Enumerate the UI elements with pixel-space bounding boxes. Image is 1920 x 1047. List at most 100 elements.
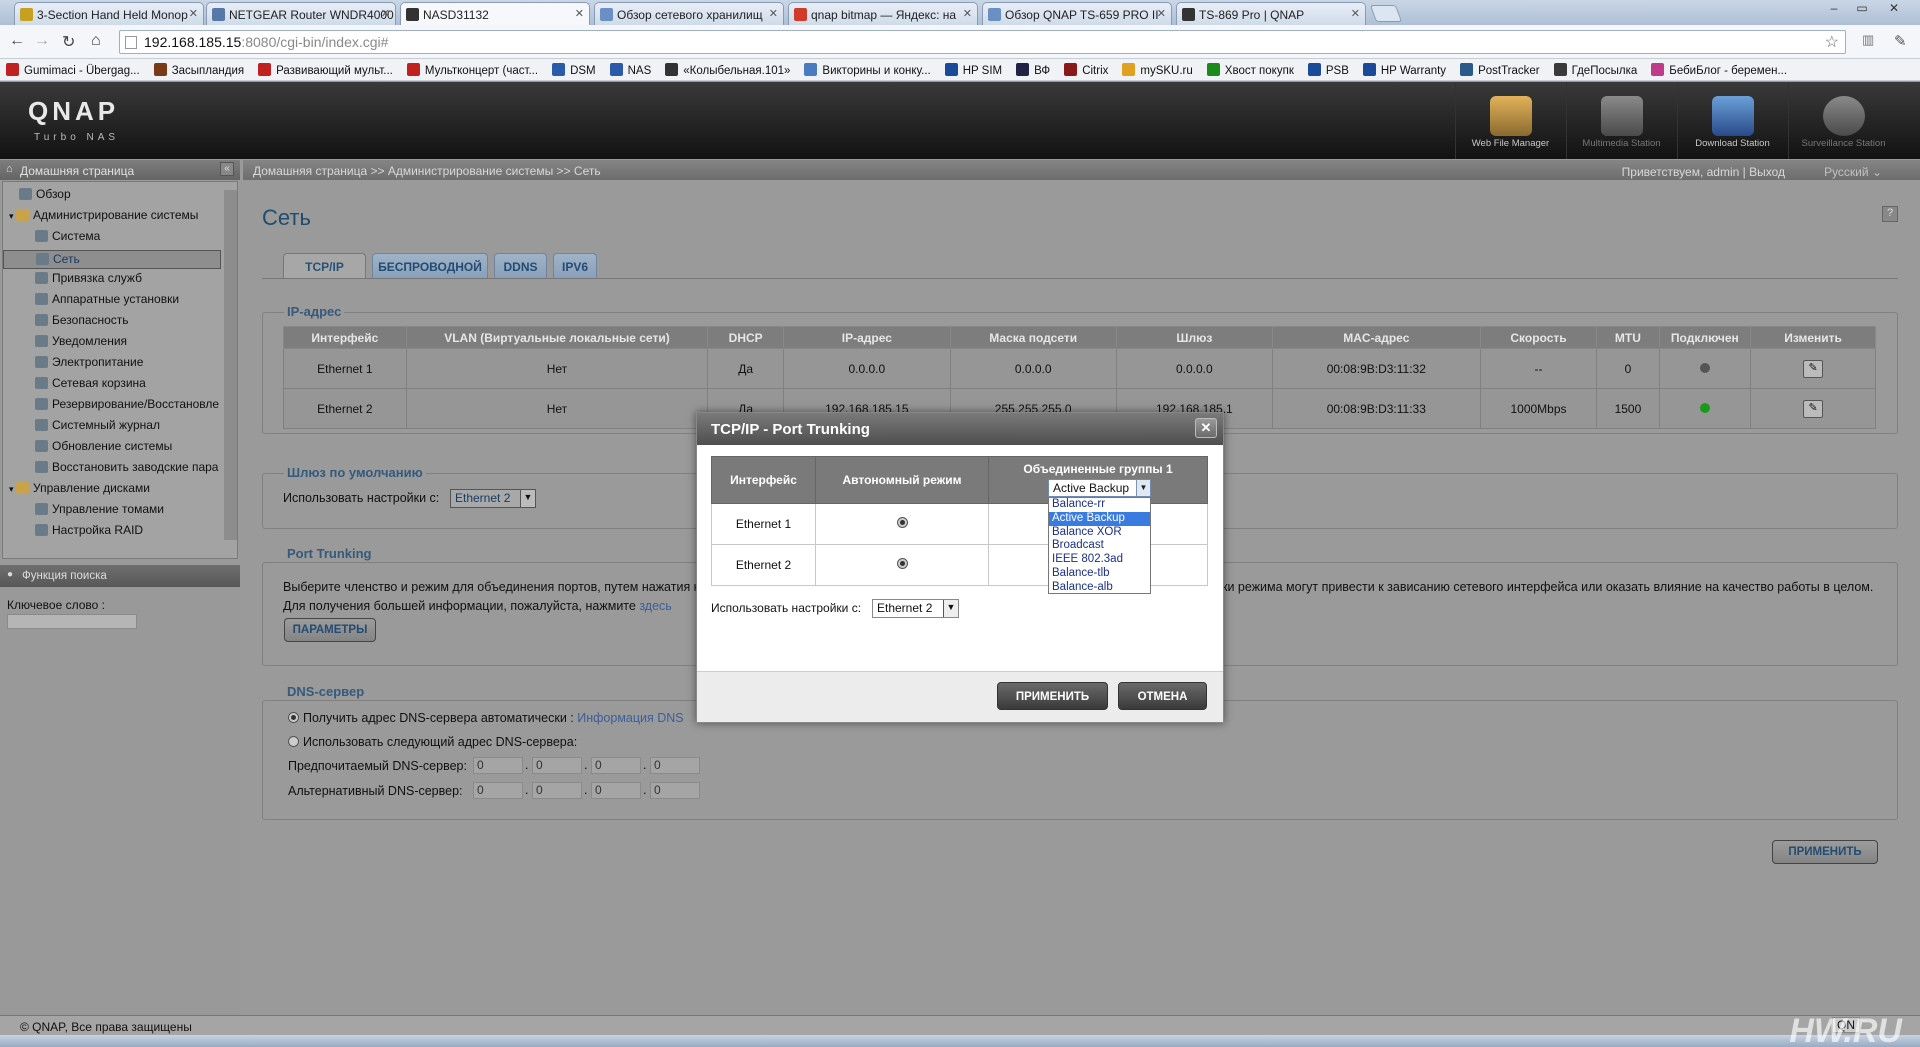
multimedia-station-button[interactable]: Multimedia Station bbox=[1566, 82, 1676, 159]
browser-tab[interactable]: qnap bitmap — Яндекс: на ✕ bbox=[788, 2, 978, 25]
nav-tree-item[interactable]: Обновление системы bbox=[35, 439, 172, 453]
back-icon[interactable]: ← bbox=[9, 32, 25, 50]
web-file-manager-button[interactable]: Web File Manager bbox=[1455, 82, 1565, 159]
dropdown-option[interactable]: Broadcast bbox=[1049, 539, 1150, 553]
forward-icon[interactable]: → bbox=[34, 32, 50, 50]
dns-octet-input[interactable]: 0 bbox=[473, 782, 523, 799]
nav-tree-item[interactable]: ▾ Администрирование системы bbox=[9, 208, 198, 222]
bookmark-item[interactable]: ВФ bbox=[1010, 59, 1058, 80]
nav-tree-item[interactable]: Уведомления bbox=[35, 334, 127, 348]
dropdown-option[interactable]: Balance-tlb bbox=[1049, 567, 1150, 581]
bookmark-item[interactable]: Засыпландия bbox=[148, 59, 252, 80]
dns-octet-input[interactable]: 0 bbox=[532, 757, 582, 774]
edit-icon[interactable]: ✎ bbox=[1803, 399, 1824, 418]
dns-octet-input[interactable]: 0 bbox=[650, 782, 700, 799]
bookmark-item[interactable]: DSM bbox=[546, 59, 604, 80]
browser-tab[interactable]: TS-869 Pro | QNAP ✕ bbox=[1176, 2, 1366, 25]
dialog-apply-button[interactable]: ПРИМЕНИТЬ bbox=[997, 682, 1108, 710]
params-button[interactable]: ПАРАМЕТРЫ bbox=[284, 618, 376, 642]
nav-tree-item[interactable]: Настройка RAID bbox=[35, 523, 143, 537]
close-tab-icon[interactable]: ✕ bbox=[381, 7, 390, 20]
tab-ddns[interactable]: DDNS bbox=[494, 253, 547, 278]
address-bar[interactable]: 192.168.185.15:8080/cgi-bin/index.cgi# ☆ bbox=[119, 30, 1846, 54]
browser-tab[interactable]: NETGEAR Router WNDR4000 ✕ bbox=[206, 2, 396, 25]
bookmark-item[interactable]: «Колыбельная.101» bbox=[659, 59, 798, 80]
surveillance-station-button[interactable]: Surveillance Station bbox=[1788, 82, 1898, 159]
dns-octet-input[interactable]: 0 bbox=[650, 757, 700, 774]
keyword-input[interactable] bbox=[7, 614, 137, 629]
nav-tree-item[interactable]: Сеть bbox=[3, 250, 221, 269]
close-tab-icon[interactable]: ✕ bbox=[189, 7, 198, 20]
trunk-help-link[interactable]: здесь bbox=[639, 599, 671, 613]
download-station-button[interactable]: Download Station bbox=[1677, 82, 1787, 159]
browser-tab[interactable]: Обзор QNAP TS-659 PRO II ✕ bbox=[982, 2, 1172, 25]
dns-octet-input[interactable]: 0 bbox=[532, 782, 582, 799]
nav-tree-item[interactable]: Безопасность bbox=[35, 313, 129, 327]
expand-icon[interactable]: ▾ bbox=[9, 211, 16, 221]
dropdown-option[interactable]: Balance-rr bbox=[1049, 498, 1150, 512]
close-tab-icon[interactable]: ✕ bbox=[1157, 7, 1166, 20]
dns-info-link[interactable]: Информация DNS bbox=[577, 711, 683, 725]
dialog-cancel-button[interactable]: ОТМЕНА bbox=[1118, 682, 1207, 710]
bookmark-item[interactable]: PSB bbox=[1302, 59, 1357, 80]
collapse-panel-icon[interactable]: « bbox=[220, 162, 234, 176]
expand-icon[interactable]: ▾ bbox=[9, 484, 16, 494]
bookmark-item[interactable]: Citrix bbox=[1058, 59, 1116, 80]
nav-tree-item[interactable]: ▾ Управление дисками bbox=[9, 481, 150, 495]
dropdown-option[interactable]: Active Backup bbox=[1049, 511, 1150, 526]
dns-manual-radio[interactable] bbox=[288, 736, 299, 747]
dns-octet-input[interactable]: 0 bbox=[591, 757, 641, 774]
bookmark-star-icon[interactable]: ☆ bbox=[1825, 32, 1839, 52]
close-tab-icon[interactable]: ✕ bbox=[963, 7, 972, 20]
standalone-radio[interactable] bbox=[896, 558, 908, 569]
browser-tab[interactable]: NASD31132 ✕ bbox=[400, 2, 590, 26]
close-tab-icon[interactable]: ✕ bbox=[769, 7, 778, 20]
greeting-logout[interactable]: Приветствуем, admin | Выход bbox=[1622, 165, 1785, 179]
home-icon[interactable]: ⌂ bbox=[91, 32, 101, 50]
dropdown-option[interactable]: Balance-alb bbox=[1049, 581, 1150, 595]
nav-tree-item[interactable]: Аппаратные установки bbox=[35, 292, 179, 306]
bookmark-item[interactable]: NAS bbox=[604, 59, 660, 80]
dropdown-option[interactable]: IEEE 802.3ad bbox=[1049, 553, 1150, 567]
bookmark-item[interactable]: HP Warranty bbox=[1357, 59, 1454, 80]
dropdown-option[interactable]: Balance XOR bbox=[1049, 526, 1150, 540]
nav-tree-item[interactable]: Сетевая корзина bbox=[35, 376, 146, 390]
trunk-mode-select[interactable]: Active Backup ▼ bbox=[1048, 479, 1151, 497]
browser-tab[interactable]: Обзор сетевого хранилищ ✕ bbox=[594, 2, 784, 25]
nav-tree-item[interactable]: Система bbox=[35, 229, 100, 243]
wrench-icon[interactable]: ✎ bbox=[1894, 32, 1907, 50]
edit-icon[interactable]: ✎ bbox=[1803, 359, 1824, 378]
browser-tab[interactable]: 3-Section Hand Held Monop ✕ bbox=[14, 2, 204, 25]
use-settings-select[interactable]: Ethernet 2 ▼ bbox=[872, 599, 959, 618]
nav-tree-item[interactable]: Восстановить заводские пара bbox=[35, 460, 218, 474]
bookmark-item[interactable]: БебиБлог - беремен... bbox=[1645, 59, 1795, 80]
gateway-select[interactable]: Ethernet 2 ▼ bbox=[450, 489, 536, 508]
close-tab-icon[interactable]: ✕ bbox=[575, 7, 584, 20]
tab-ipv6[interactable]: IPV6 bbox=[553, 253, 597, 278]
language-select[interactable]: Русский ⌄ bbox=[1824, 165, 1882, 179]
minimize-button[interactable]: – bbox=[1820, 1, 1848, 15]
nav-tree-item[interactable]: Обзор bbox=[19, 187, 71, 201]
nav-tree-item[interactable]: Системный журнал bbox=[35, 418, 160, 432]
nav-tree-item[interactable]: Управление томами bbox=[35, 502, 164, 516]
tab-wireless[interactable]: БЕСПРОВОДНОЙ bbox=[372, 253, 488, 278]
close-window-button[interactable]: ✕ bbox=[1880, 1, 1908, 15]
nav-tree-item[interactable]: Резервирование/Восстановле bbox=[35, 397, 219, 411]
help-icon[interactable]: ? bbox=[1882, 206, 1898, 222]
close-icon[interactable]: ✕ bbox=[1195, 418, 1217, 438]
apply-button[interactable]: ПРИМЕНИТЬ bbox=[1772, 840, 1878, 864]
bookmark-item[interactable]: Развивающий мульт... bbox=[252, 59, 401, 80]
nav-tree-item[interactable]: Электропитание bbox=[35, 355, 143, 369]
bookmark-item[interactable]: Хвост покупк bbox=[1201, 59, 1302, 80]
new-tab-button[interactable] bbox=[1369, 5, 1403, 22]
maximize-button[interactable]: ▭ bbox=[1848, 1, 1876, 15]
nav-tree-item[interactable]: Привязка служб bbox=[35, 271, 142, 285]
bookmark-item[interactable]: Gumimaci - Übergag... bbox=[0, 59, 148, 80]
tab-tcpip[interactable]: TCP/IP bbox=[283, 253, 366, 278]
page-menu-icon[interactable]: ▥ bbox=[1862, 32, 1874, 48]
dns-octet-input[interactable]: 0 bbox=[473, 757, 523, 774]
bookmark-item[interactable]: Мультконцерт (част... bbox=[401, 59, 546, 80]
nav-tree-scrollbar[interactable] bbox=[224, 190, 237, 540]
bookmark-item[interactable]: HP SIM bbox=[939, 59, 1010, 80]
bookmark-item[interactable]: Викторины и конку... bbox=[798, 59, 938, 80]
